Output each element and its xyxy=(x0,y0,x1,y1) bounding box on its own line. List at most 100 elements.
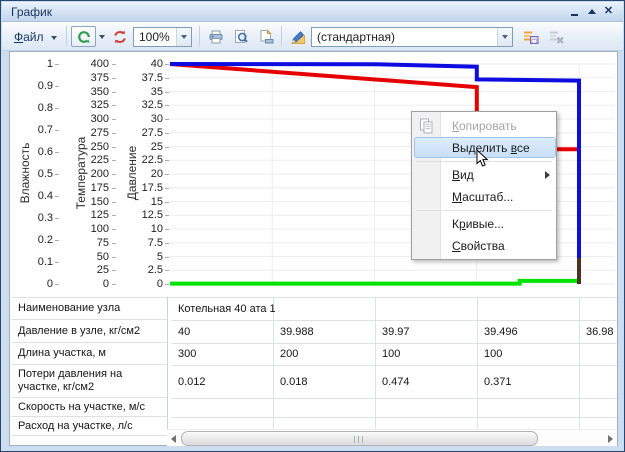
tick-label: 325 xyxy=(69,99,109,111)
tick-mark xyxy=(112,78,116,79)
tick-label: 10 xyxy=(123,223,163,235)
tick-mark xyxy=(165,119,169,120)
table-cell: 0.371 xyxy=(484,365,512,398)
tick-mark xyxy=(55,218,59,219)
table-cell: 200 xyxy=(280,343,298,365)
tick-mark xyxy=(112,284,116,285)
tick-mark xyxy=(55,240,59,241)
menu-item-кривые[interactable]: Кривые... xyxy=(412,213,558,235)
minimize-button[interactable] xyxy=(566,4,583,19)
zoom-combobox[interactable]: 100% xyxy=(133,27,192,47)
page-setup-icon xyxy=(258,29,274,45)
horizontal-scrollbar[interactable] xyxy=(167,429,617,446)
edit-style-button[interactable] xyxy=(286,26,310,47)
toolbar-separator xyxy=(66,26,67,46)
copy-icon xyxy=(419,118,435,134)
tick-mark xyxy=(165,78,169,79)
submenu-arrow-icon xyxy=(545,171,550,179)
refresh-icon xyxy=(112,29,128,45)
tick-mark xyxy=(112,257,116,258)
tick-label: 0.4 xyxy=(13,190,53,202)
tick-mark xyxy=(55,86,59,87)
tick-label: 0.5 xyxy=(13,168,53,180)
menu-item-копировать: Копировать xyxy=(412,115,558,137)
tick-label: 375 xyxy=(69,72,109,84)
tick-mark xyxy=(112,64,116,65)
menu-item-вид[interactable]: Вид xyxy=(412,164,558,186)
tick-mark xyxy=(165,188,169,189)
page-setup-button[interactable] xyxy=(254,26,278,47)
sync-button[interactable] xyxy=(71,26,96,47)
tick-label: 150 xyxy=(69,196,109,208)
tick-label: 275 xyxy=(69,127,109,139)
tick-mark xyxy=(55,284,59,285)
rollup-button[interactable] xyxy=(583,4,600,19)
tick-mark xyxy=(165,257,169,258)
toolbar: Файл 100% xyxy=(2,22,623,51)
scroll-left-arrow-icon[interactable] xyxy=(171,435,176,443)
save-template-button[interactable] xyxy=(519,26,543,47)
tick-mark xyxy=(112,160,116,161)
table-cell: 100 xyxy=(382,343,400,365)
tick-label: 15 xyxy=(123,196,163,208)
tick-mark xyxy=(165,92,169,93)
tick-label: 0.8 xyxy=(13,102,53,114)
save-template-icon xyxy=(523,29,539,45)
tick-label: 0 xyxy=(13,278,53,290)
refresh-button[interactable] xyxy=(109,26,131,47)
close-icon: ✕ xyxy=(604,4,613,19)
title-bar[interactable]: График ✕ xyxy=(2,2,623,22)
sync-icon xyxy=(76,29,92,45)
thumb-grip xyxy=(358,436,359,443)
tick-label: 7.5 xyxy=(123,237,163,249)
tick-mark xyxy=(165,243,169,244)
scroll-right-arrow-icon[interactable] xyxy=(608,435,613,443)
table-row-label: Длина участка, м xyxy=(11,343,168,365)
tick-label: 0.3 xyxy=(13,212,53,224)
delete-template-button xyxy=(545,26,569,47)
file-menu-button[interactable]: Файл xyxy=(8,26,64,47)
menu-item-выделитьвсе[interactable]: Выделить все xyxy=(412,137,558,159)
delete-template-icon xyxy=(549,29,565,45)
tick-mark xyxy=(165,215,169,216)
tick-mark xyxy=(112,188,116,189)
template-combobox[interactable]: (стандартная) xyxy=(311,27,513,47)
close-button[interactable]: ✕ xyxy=(600,4,617,19)
tick-mark xyxy=(55,262,59,263)
tick-label: 25 xyxy=(123,141,163,153)
edit-style-icon xyxy=(290,29,306,45)
tick-label: 0.1 xyxy=(13,256,53,268)
tick-mark xyxy=(112,202,116,203)
chevron-down-icon xyxy=(99,35,105,39)
tick-label: 0 xyxy=(69,278,109,290)
menu-item-масштаб[interactable]: Масштаб... xyxy=(412,186,558,208)
tick-mark xyxy=(112,133,116,134)
print-button[interactable] xyxy=(204,26,228,47)
scrollbar-thumb[interactable] xyxy=(181,431,538,446)
file-menu-label: Файл xyxy=(14,30,44,44)
tick-label: 0.6 xyxy=(13,146,53,158)
tick-label: 0.2 xyxy=(13,234,53,246)
tick-mark xyxy=(55,196,59,197)
window-controls: ✕ xyxy=(566,4,617,19)
tick-label: 200 xyxy=(69,168,109,180)
tick-mark xyxy=(112,215,116,216)
zoom-dropdown-button[interactable] xyxy=(176,28,191,46)
tick-mark xyxy=(165,202,169,203)
chevron-down-icon xyxy=(51,36,57,40)
context-menu: КопироватьВыделить все ВидМасштаб... Кривы… xyxy=(411,111,557,260)
sync-dropdown-button[interactable] xyxy=(97,26,107,47)
menu-item-свойства[interactable]: Свойства xyxy=(412,235,558,257)
chevron-down-icon xyxy=(502,35,508,39)
table-cell: 39.988 xyxy=(280,320,314,343)
tick-mark xyxy=(112,105,116,106)
template-dropdown-button[interactable] xyxy=(497,28,512,46)
print-preview-button[interactable] xyxy=(229,26,253,47)
tick-mark xyxy=(165,105,169,106)
tick-label: 0.7 xyxy=(13,124,53,136)
table-cell: 0.012 xyxy=(178,365,206,398)
table-cell: 36.98 xyxy=(586,320,614,343)
tick-mark xyxy=(112,147,116,148)
tick-mark xyxy=(165,174,169,175)
tick-label: 350 xyxy=(69,86,109,98)
